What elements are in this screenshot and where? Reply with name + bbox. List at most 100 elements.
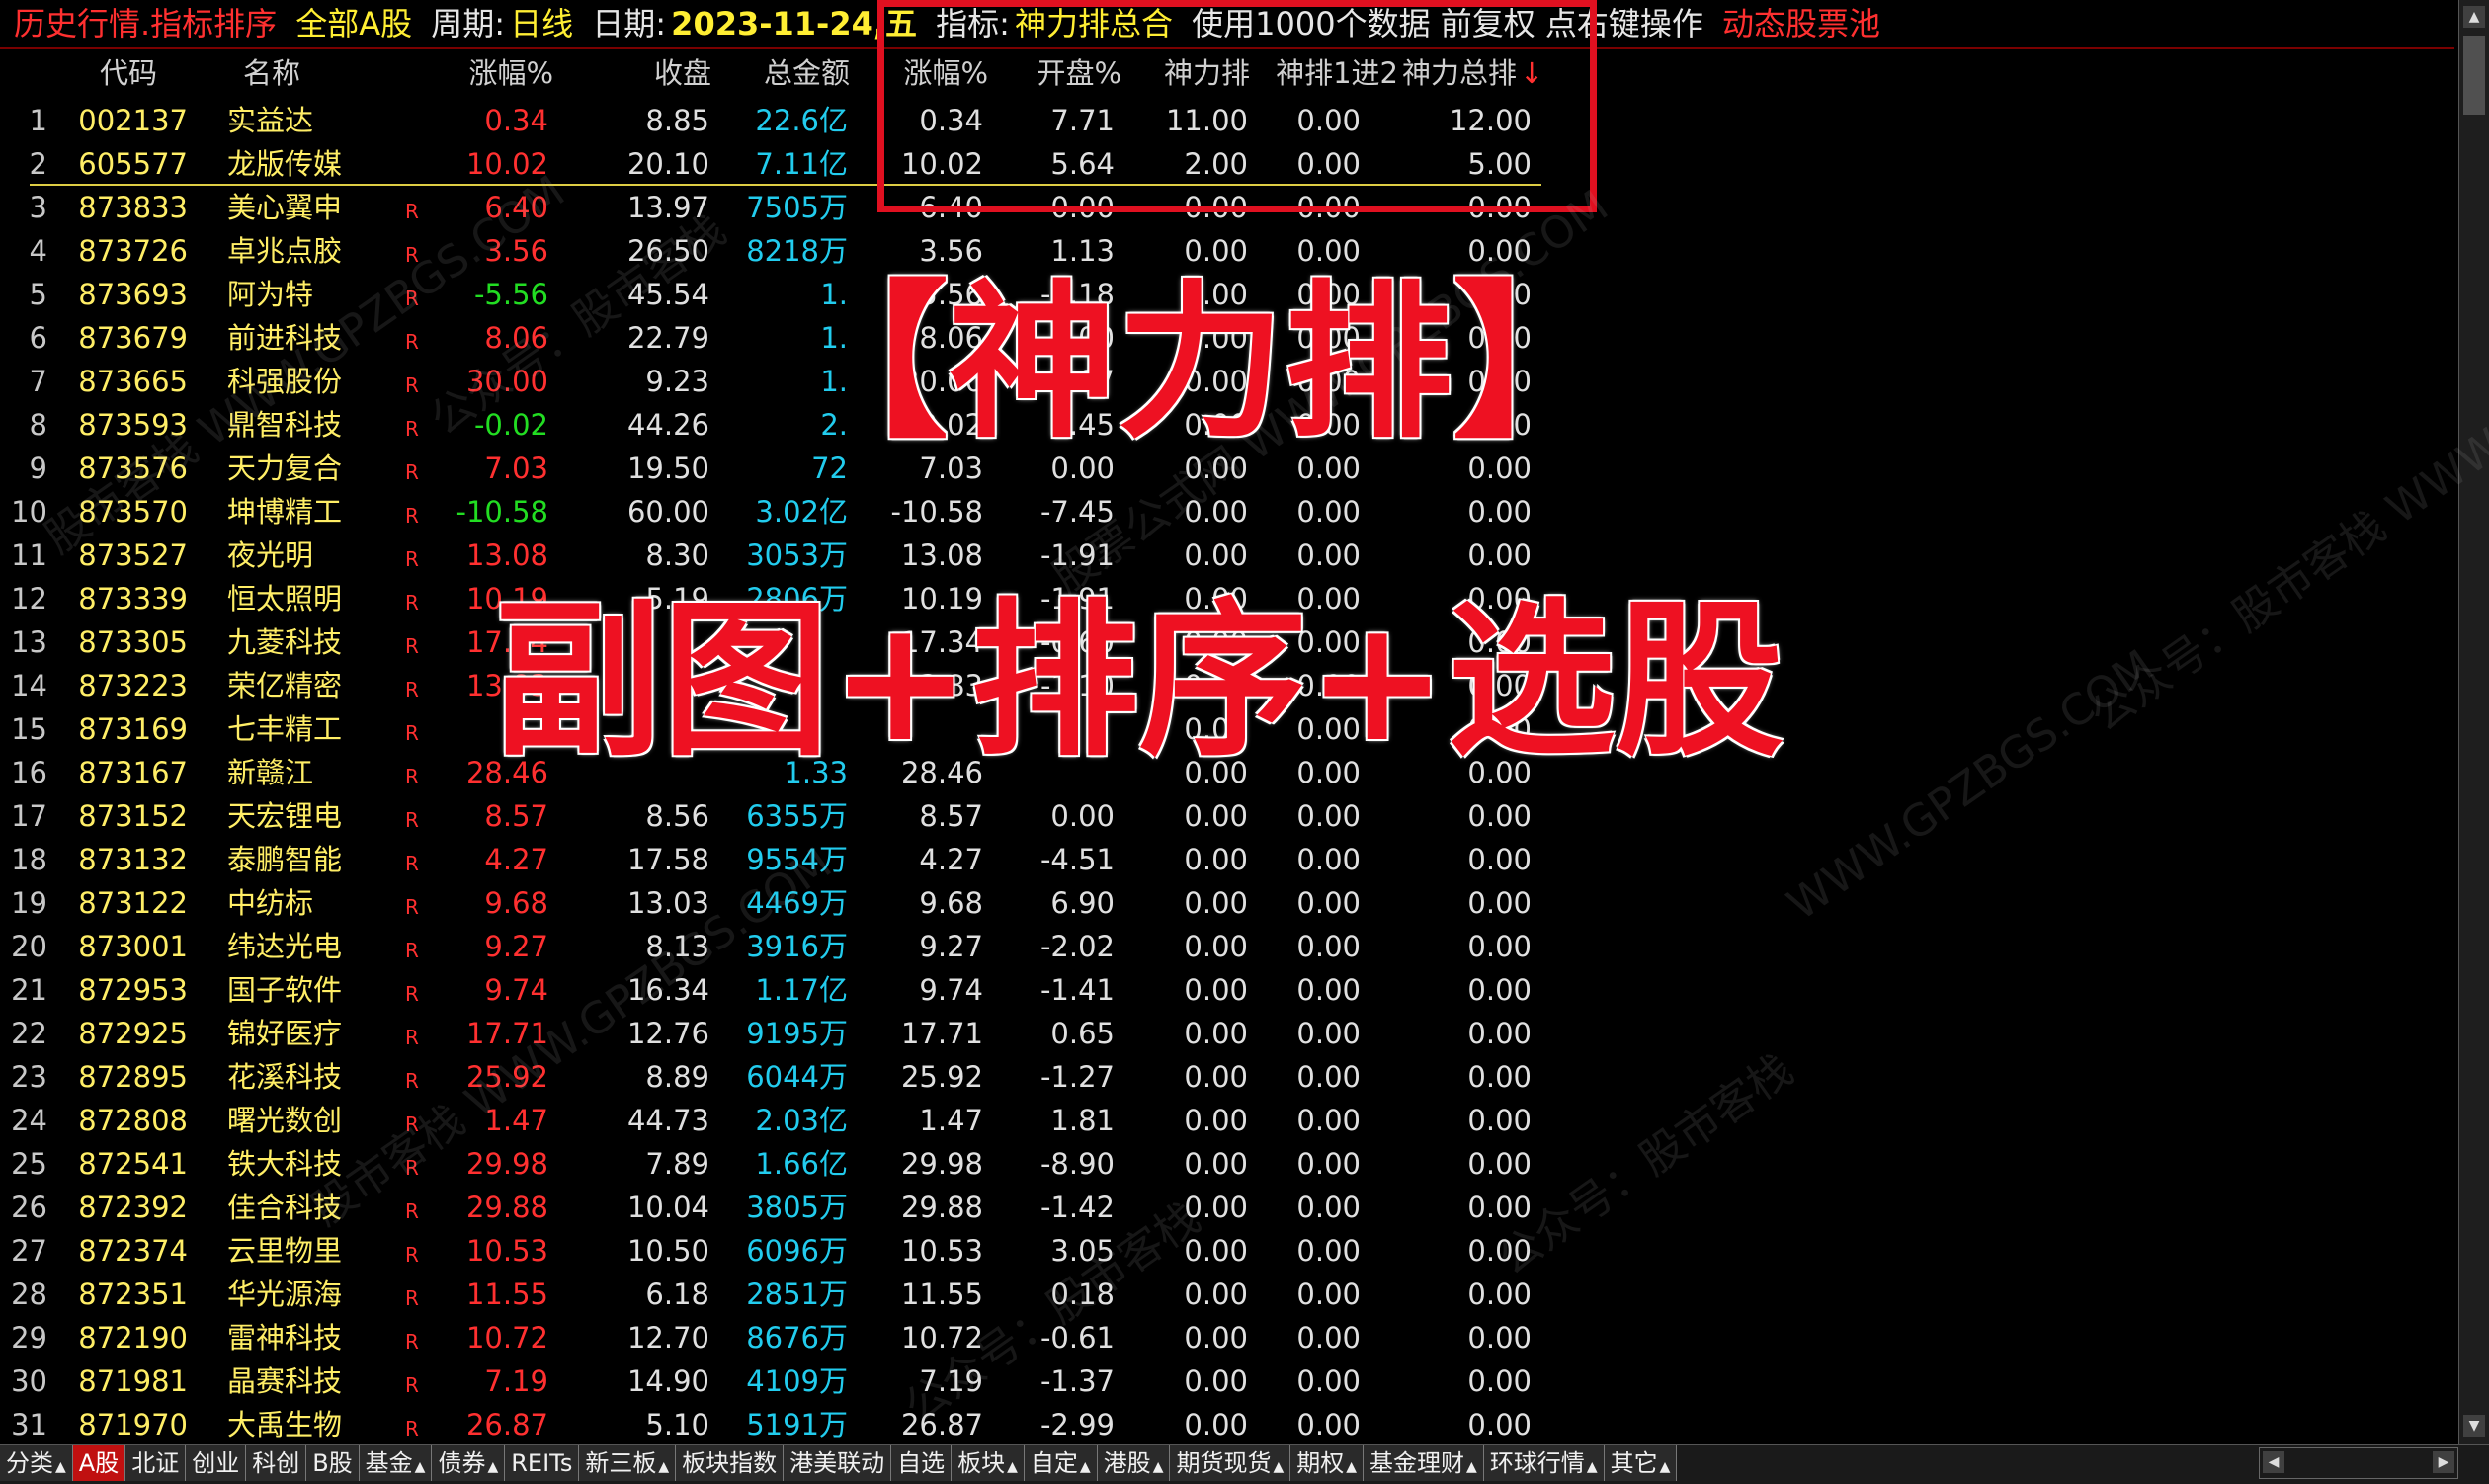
table-row[interactable]: 19 873122 中纺标 R 9.68 13.03 4469万 9.68 6.90 0.00 0.…	[0, 881, 2450, 925]
bottom-tab[interactable]: B股	[306, 1445, 360, 1481]
bottom-tab[interactable]: 基金理财 ▲	[1364, 1445, 1484, 1481]
bottom-tab-label: 分类	[6, 1449, 53, 1477]
open-pct: -4.51	[1039, 843, 1115, 876]
table-row[interactable]: 28 872351 华光源海 R 11.55 6.18 2851万 11.55 0.18 0.00…	[0, 1273, 2450, 1316]
stock-code: 873339	[78, 582, 188, 616]
shenli-total: 0.00	[1467, 930, 1532, 963]
row-number: 25	[11, 1147, 47, 1181]
bottom-tab[interactable]: 港美联动	[784, 1445, 892, 1481]
scroll-down-icon[interactable]: ▼	[2463, 1415, 2485, 1437]
bottom-tab-label: 科创	[252, 1449, 300, 1477]
close-price: 12.70	[626, 1321, 709, 1355]
market-label[interactable]: 全部A股	[295, 0, 412, 47]
table-row[interactable]: 18 873132 泰鹏智能 R 4.27 17.58 9554万 4.27 -4.51 0.00…	[0, 838, 2450, 881]
bottom-tab[interactable]: REITs	[505, 1445, 580, 1481]
table-row[interactable]: 31 871970 大禹生物 R 26.87 5.10 5191万 26.87 -2.99 0.0…	[0, 1403, 2450, 1446]
change-pct: 9.27	[484, 930, 548, 963]
table-row[interactable]: 27 872374 云里物里 R 10.53 10.50 6096万 10.53 3.05 0.0…	[0, 1229, 2450, 1273]
scroll-right-icon[interactable]: ▶	[2433, 1451, 2454, 1473]
col-code[interactable]: 代码	[69, 51, 188, 95]
bottom-tab[interactable]: 其它 ▲	[1604, 1445, 1678, 1481]
row-number: 18	[11, 843, 47, 876]
close-price: 10.04	[626, 1191, 709, 1224]
table-row[interactable]: 20 873001 纬达光电 R 9.27 8.13 3916万 9.27 -2.02 0.00 0…	[0, 925, 2450, 968]
scroll-thumb[interactable]	[2463, 36, 2485, 115]
shenpai-1to2: 0.00	[1296, 843, 1361, 876]
overlay-title: 【神力排】	[781, 266, 1621, 461]
stock-name: 中纺标	[227, 886, 314, 920]
shenpai-1to2: 0.00	[1296, 495, 1361, 529]
stock-code: 605577	[78, 147, 188, 181]
mode-label[interactable]: 历史行情.指标排序	[14, 0, 277, 47]
table-row[interactable]: 30 871981 晶赛科技 R 7.19 14.90 4109万 7.19 -1.37 0.00…	[0, 1360, 2450, 1403]
shenli-total: 0.00	[1467, 1364, 1532, 1398]
total-amount: 22.6亿	[755, 104, 848, 137]
bottom-tab[interactable]: 分类 ▲	[0, 1445, 73, 1481]
row-number: 28	[11, 1278, 47, 1311]
scroll-left-icon[interactable]: ◀	[2263, 1451, 2284, 1473]
stock-name: 华光源海	[227, 1278, 343, 1311]
shenli-rank: 0.00	[1184, 799, 1248, 833]
vertical-scrollbar[interactable]: ▲ ▼	[2458, 0, 2489, 1444]
bottom-tab[interactable]: 基金 ▲	[359, 1445, 433, 1481]
table-row[interactable]: 23 872895 花溪科技 R 25.92 8.89 6044万 25.92 -1.27 0.0…	[0, 1055, 2450, 1099]
shenpai-1to2: 0.00	[1296, 1321, 1361, 1355]
expand-triangle-icon: ▲	[1586, 1459, 1598, 1475]
bottom-tab[interactable]: 期货现货 ▲	[1170, 1445, 1291, 1481]
bottom-tab[interactable]: 债券 ▲	[432, 1445, 506, 1481]
table-row[interactable]: 22 872925 锦好医疗 R 17.71 12.76 9195万 17.71 0.65 0.0…	[0, 1012, 2450, 1055]
stock-pool-link[interactable]: 动态股票池	[1722, 0, 1880, 47]
open-pct: -1.27	[1039, 1060, 1115, 1094]
shenli-total: 0.00	[1467, 1408, 1532, 1442]
bottom-tab[interactable]: 板块指数	[676, 1445, 785, 1481]
col-change[interactable]: 涨幅%	[415, 51, 553, 95]
scroll-up-icon[interactable]: ▲	[2463, 6, 2485, 28]
stock-code: 873001	[78, 930, 188, 963]
period-value[interactable]: 日线	[510, 0, 573, 47]
row-number: 2	[29, 147, 47, 181]
bottom-tab[interactable]: 创业	[186, 1445, 247, 1481]
bottom-tab[interactable]: 自选	[891, 1445, 953, 1481]
horizontal-scrollbar[interactable]: ◀ ▶	[2259, 1447, 2458, 1479]
expand-triangle-icon: ▲	[1152, 1459, 1164, 1475]
close-price: 5.10	[645, 1408, 709, 1442]
col-close[interactable]: 收盘	[593, 51, 711, 95]
indicator-change: -10.58	[890, 495, 984, 529]
stock-code: 873122	[78, 886, 188, 920]
row-number: 21	[11, 973, 47, 1007]
total-amount: 3805万	[746, 1191, 848, 1224]
row-number: 11	[11, 538, 47, 572]
bottom-tab[interactable]: 期权 ▲	[1290, 1445, 1365, 1481]
total-amount: 3053万	[746, 538, 848, 572]
bottom-tab[interactable]: 港股 ▲	[1097, 1445, 1171, 1481]
expand-triangle-icon: ▲	[1079, 1459, 1091, 1475]
total-amount: 4109万	[746, 1364, 848, 1398]
bottom-tab-label: REITs	[511, 1449, 573, 1477]
row-number: 30	[11, 1364, 47, 1398]
table-row[interactable]: 21 872953 国子软件 R 9.74 16.34 1.17亿 9.74 -1.41 0.00…	[0, 968, 2450, 1012]
indicator-change: 4.27	[919, 843, 983, 876]
total-amount: 2.03亿	[755, 1104, 848, 1137]
close-price: 44.26	[626, 408, 709, 442]
indicator-change: 8.57	[919, 799, 983, 833]
close-price: 8.89	[645, 1060, 709, 1094]
bottom-tab-label: 北证	[131, 1449, 180, 1477]
stock-name: 国子软件	[227, 973, 343, 1007]
bottom-tab[interactable]: A股	[72, 1445, 126, 1481]
bottom-tab[interactable]: 北证	[125, 1445, 187, 1481]
open-pct: 0.00	[1050, 799, 1115, 833]
col-name[interactable]: 名称	[207, 51, 336, 95]
table-row[interactable]: 17 873152 天宏锂电 R 8.57 8.56 6355万 8.57 0.00 0.00 0.…	[0, 794, 2450, 838]
bottom-tab[interactable]: 自定 ▲	[1024, 1445, 1098, 1481]
col-amount[interactable]: 总金额	[731, 51, 850, 95]
bottom-tab[interactable]: 科创	[246, 1445, 307, 1481]
bottom-tab[interactable]: 环球行情 ▲	[1483, 1445, 1605, 1481]
table-row[interactable]: 29 872190 雷神科技 R 10.72 12.70 8676万 10.72 -0.61 0.…	[0, 1316, 2450, 1360]
bottom-tab[interactable]: 板块 ▲	[952, 1445, 1025, 1481]
shenli-total: 0.00	[1467, 886, 1532, 920]
shenli-rank: 0.00	[1184, 1321, 1248, 1355]
indicator-change: 10.53	[900, 1234, 983, 1268]
table-row[interactable]: 11 873527 夜光明 R 13.08 8.30 3053万 13.08 -1.91 0.00…	[0, 534, 2450, 577]
open-pct: 6.90	[1050, 886, 1115, 920]
bottom-tab[interactable]: 新三板 ▲	[579, 1445, 677, 1481]
